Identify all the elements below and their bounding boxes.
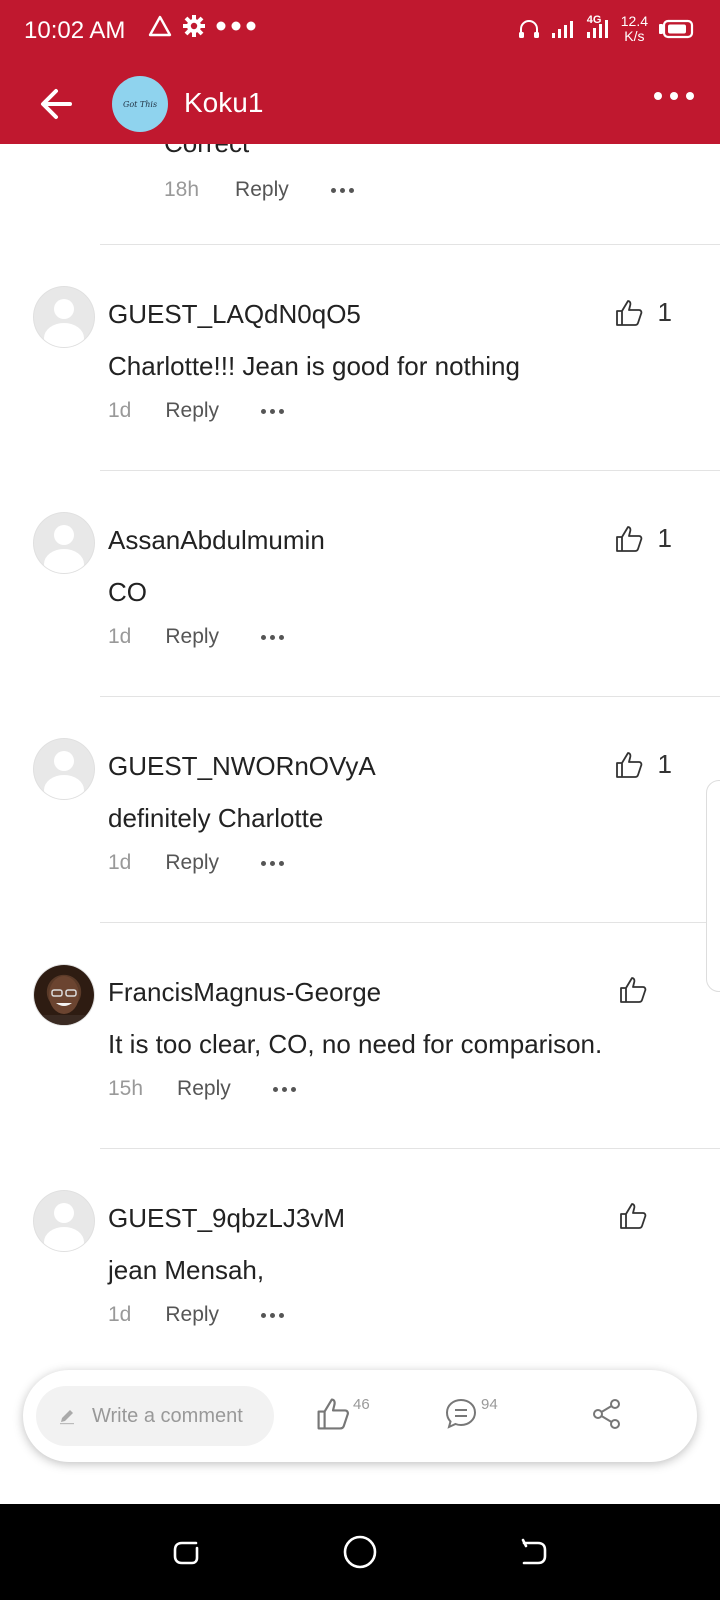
comment-text: CO	[108, 577, 147, 607]
comment-time: 1d	[108, 625, 132, 648]
comment-text: jean Mensah,	[108, 1255, 265, 1285]
like-button[interactable]: 1	[614, 749, 672, 780]
speed-unit: K/s	[624, 28, 645, 44]
like-count: 1	[657, 523, 672, 553]
comment-item: GUEST_NWORnOVyA 1 definitely Charlotte 1…	[0, 697, 720, 923]
comments-button[interactable]: 94	[443, 1396, 498, 1432]
comment-placeholder: Write a comment	[92, 1404, 243, 1427]
comment-item: AssanAbdulmumin 1 CO 1d Reply	[0, 471, 720, 697]
signal-icon	[551, 21, 573, 38]
comment-username[interactable]: GUEST_9qbzLJ3vM	[108, 1203, 345, 1234]
headset-icon	[518, 20, 539, 38]
share-icon	[593, 1399, 620, 1429]
comment-more-button[interactable]	[261, 408, 285, 414]
reply-button[interactable]: Reply	[165, 1303, 219, 1327]
thumbs-up-icon	[615, 299, 642, 326]
signal-4g-icon: 4G	[585, 14, 611, 41]
channel-name[interactable]: Koku1	[184, 87, 263, 119]
user-avatar[interactable]	[34, 1191, 94, 1251]
comment-username[interactable]: GUEST_LAQdN0qO5	[108, 299, 361, 330]
home-icon[interactable]	[342, 1534, 378, 1570]
article-like-button[interactable]: 46	[315, 1396, 370, 1432]
thumbs-up-icon	[620, 1203, 647, 1229]
back-nav-icon[interactable]	[518, 1536, 550, 1568]
comment-bubble-icon	[445, 1398, 477, 1429]
comment-text: Charlotte!!! Jean is good for nothing	[108, 351, 520, 381]
share-button[interactable]	[589, 1396, 625, 1432]
article-comment-count: 94	[481, 1396, 498, 1413]
user-avatar[interactable]	[34, 965, 94, 1025]
thumbs-up-icon	[615, 751, 642, 778]
reply-button[interactable]: Reply	[235, 178, 289, 202]
comment-more-button[interactable]	[261, 634, 285, 640]
comment-text: It is too clear, CO, no need for compari…	[108, 1029, 603, 1059]
comment-username[interactable]: AssanAbdulmumin	[108, 525, 325, 556]
user-avatar[interactable]	[34, 739, 94, 799]
like-count: 1	[657, 749, 672, 779]
warning-icon	[148, 15, 172, 37]
comment-meta: 1d Reply	[108, 851, 285, 875]
comment-meta: 1d Reply	[108, 399, 285, 423]
comment-username[interactable]: FrancisMagnus-George	[108, 977, 381, 1008]
like-button[interactable]	[618, 975, 662, 1005]
recent-apps-icon[interactable]	[170, 1536, 202, 1568]
reply-button[interactable]: Reply	[165, 851, 219, 875]
comment-time: 1d	[108, 1303, 132, 1326]
bottom-action-bar: Write a comment 46 94	[23, 1370, 697, 1462]
comment-more-button[interactable]	[330, 187, 354, 193]
channel-avatar[interactable]: Got This	[112, 76, 168, 132]
comment-more-button[interactable]	[272, 1086, 296, 1092]
back-arrow-icon[interactable]	[36, 84, 76, 124]
comment-more-button[interactable]	[261, 1312, 285, 1318]
comment-meta: 15h Reply	[108, 1077, 296, 1101]
app-header: 10:02 AM 4G 12.4 K/s Got This Koku1	[0, 0, 720, 144]
comment-time: 1d	[108, 399, 132, 422]
comment-username[interactable]: GUEST_NWORnOVyA	[108, 751, 376, 782]
thumbs-up-icon	[620, 977, 647, 1003]
thumbs-up-icon	[317, 1398, 349, 1430]
gear-icon	[183, 15, 205, 37]
comment-item: GUEST_LAQdN0qO5 1 Charlotte!!! Jean is g…	[0, 245, 720, 471]
battery-icon	[659, 19, 694, 39]
like-button[interactable]: 1	[614, 523, 672, 554]
thumbs-up-icon	[615, 525, 642, 552]
user-avatar[interactable]	[34, 513, 94, 573]
comment-time: 15h	[108, 1077, 144, 1100]
comment-meta: 1d Reply	[108, 625, 285, 649]
speed-value: 12.4	[620, 13, 648, 29]
reply-button[interactable]: Reply	[177, 1077, 231, 1101]
comment-text: definitely Charlotte	[108, 803, 324, 833]
status-time: 10:02 AM	[24, 17, 126, 44]
comment-time: 18h	[164, 178, 200, 201]
comment-meta: 18h Reply	[164, 178, 354, 202]
pencil-icon	[60, 1410, 74, 1425]
comment-meta: 1d Reply	[108, 1303, 285, 1327]
user-photo	[42, 976, 86, 1025]
status-icons-left	[148, 14, 256, 38]
user-avatar[interactable]	[34, 287, 94, 347]
more-options-button[interactable]	[654, 92, 694, 100]
network-type: 4G	[586, 14, 602, 26]
status-icons-right: 4G 12.4 K/s	[517, 14, 694, 44]
comment-input[interactable]: Write a comment	[36, 1386, 274, 1446]
reply-button[interactable]: Reply	[165, 399, 219, 423]
network-speed: 12.4 K/s	[621, 14, 648, 44]
reply-button[interactable]: Reply	[165, 625, 219, 649]
comment-more-button[interactable]	[261, 860, 285, 866]
channel-logo-text: Got This	[122, 99, 158, 109]
like-button[interactable]	[618, 1201, 662, 1231]
article-like-count: 46	[353, 1396, 370, 1413]
like-count: 1	[657, 297, 672, 327]
side-panel-handle[interactable]	[706, 780, 720, 992]
comment-item: GUEST_9qbzLJ3vM jean Mensah, 1d Reply	[0, 1149, 720, 1375]
more-notifications-icon	[216, 21, 256, 31]
system-navigation-bar	[0, 1504, 720, 1600]
comment-time: 1d	[108, 851, 132, 874]
like-button[interactable]: 1	[614, 297, 672, 328]
comment-item: FrancisMagnus-George It is too clear, CO…	[0, 923, 720, 1149]
